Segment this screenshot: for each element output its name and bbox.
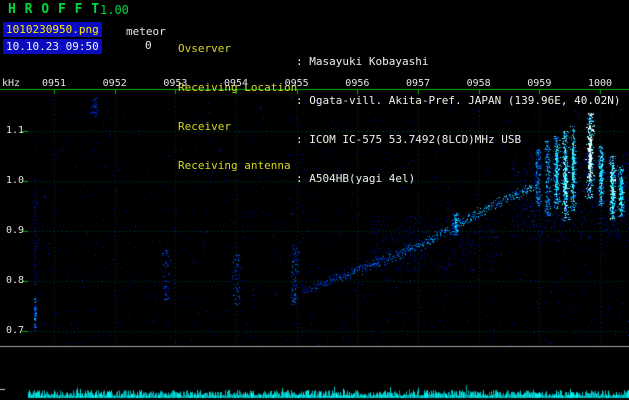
- time-tick-label: 0957: [405, 78, 431, 89]
- info-label-observer: Ovserver: [178, 42, 231, 55]
- info-value-receiver: : ICOM IC-575 53.7492(8LCD)MHz USB: [296, 133, 522, 146]
- freq-tick-label: 0.9: [5, 225, 24, 236]
- info-row-antenna: Receiving antenna : A504HB(yagi 4el): [178, 146, 628, 185]
- info-label-receiver: Receiver: [178, 120, 231, 133]
- time-tick-label: 0959: [527, 78, 552, 89]
- meteor-counter-value: 0: [145, 39, 152, 52]
- info-value-observer: : Masayuki Kobayashi: [296, 55, 429, 68]
- timestamp-badge: 10.10.23 09:50: [3, 39, 102, 54]
- app-version: 1.00: [100, 3, 129, 17]
- time-tick-label: 0952: [102, 78, 127, 89]
- freq-tick-label: 0.7: [5, 325, 24, 336]
- app-title: H R O F F T: [8, 2, 100, 17]
- station-info: Ovserver : Masayuki Kobayashi Receiving …: [178, 3, 628, 185]
- hrofft-window: H R O F F T 1.00 1010230950.png meteor 1…: [0, 0, 629, 400]
- freq-tick-label: 1.1: [5, 125, 24, 136]
- time-tick-label: 0953: [163, 78, 188, 89]
- info-value-location: : Ogata-vill. Akita-Pref. JAPAN (139.96E…: [296, 94, 621, 107]
- freq-tick-label: 0.8: [5, 275, 24, 286]
- time-tick-label: 0951: [42, 78, 67, 89]
- info-row-observer: Ovserver : Masayuki Kobayashi: [178, 29, 628, 68]
- y-axis-unit-label: kHz: [2, 78, 21, 89]
- freq-tick-label: 1.0: [5, 175, 24, 186]
- meteor-counter-label: meteor: [126, 25, 166, 38]
- time-tick-label: 0958: [466, 78, 491, 89]
- time-tick-label: 0954: [223, 78, 249, 89]
- info-row-receiver: Receiver : ICOM IC-575 53.7492(8LCD)MHz …: [178, 107, 628, 146]
- output-filename-badge: 1010230950.png: [3, 22, 102, 37]
- time-tick-label: 0956: [345, 78, 370, 89]
- info-value-antenna: : A504HB(yagi 4el): [296, 172, 416, 185]
- time-tick-label: 1000: [587, 78, 613, 89]
- info-label-antenna: Receiving antenna: [178, 159, 291, 172]
- time-tick-label: 0955: [284, 78, 309, 89]
